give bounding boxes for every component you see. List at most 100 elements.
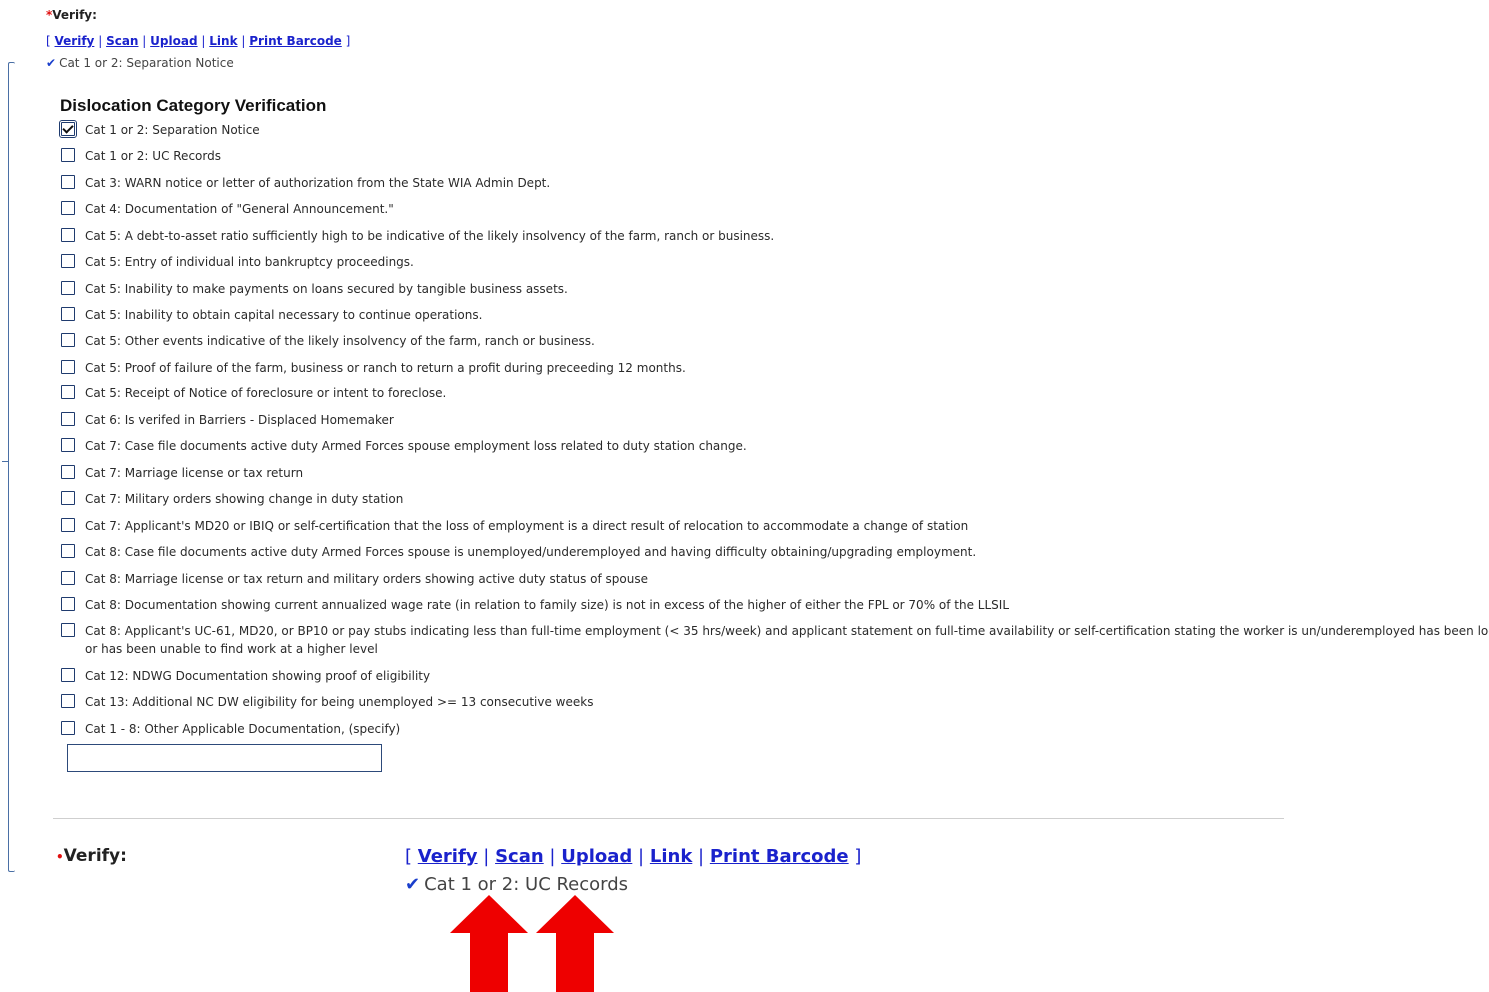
top-verify-status: ✔ Cat 1 or 2: Separation Notice [46,56,234,70]
option-row[interactable]: Cat 5: Proof of failure of the farm, bus… [61,359,686,377]
option-row[interactable]: Cat 1 or 2: Separation Notice [59,120,260,139]
option-label: Cat 5: A debt-to-asset ratio sufficientl… [85,229,775,243]
checkbox[interactable] [61,385,75,399]
option-row[interactable]: Cat 8: Case file documents active duty A… [61,543,976,561]
option-label: Cat 7: Marriage license or tax return [85,466,304,480]
checkbox[interactable] [61,438,75,452]
option-label: Cat 8: Marriage license or tax return an… [85,572,648,586]
option-label: Cat 13: Additional NC DW eligibility for… [85,695,594,709]
section-bracket [8,62,15,872]
checkbox-checked[interactable] [59,120,77,138]
top-print-barcode-link[interactable]: Print Barcode [249,34,342,48]
option-label: Cat 5: Inability to make payments on loa… [85,282,568,296]
option-row[interactable]: Cat 5: Receipt of Notice of foreclosure … [61,384,446,402]
option-row[interactable]: Cat 5: Inability to make payments on loa… [61,280,568,298]
checkbox[interactable] [61,544,75,558]
option-row[interactable]: Cat 5: Inability to obtain capital neces… [61,306,482,324]
bottom-verify-label-row: •Verify: [56,846,127,866]
divider [53,818,1284,819]
bottom-verify-status: ✔ Cat 1 or 2: UC Records [405,874,628,895]
checkbox[interactable] [61,571,75,585]
bottom-scan-link[interactable]: Scan [495,846,544,867]
option-label: Cat 4: Documentation of "General Announc… [85,202,394,216]
checkbox[interactable] [61,694,75,708]
checkbox[interactable] [61,281,75,295]
option-label: Cat 5: Inability to obtain capital neces… [85,308,483,322]
bottom-upload-link[interactable]: Upload [561,846,632,867]
option-row[interactable]: Cat 5: A debt-to-asset ratio sufficientl… [61,227,774,245]
option-label: Cat 5: Entry of individual into bankrupt… [85,255,414,269]
option-label: Cat 5: Proof of failure of the farm, bus… [85,361,686,375]
checkbox[interactable] [61,360,75,374]
bottom-verify-label: Verify: [63,846,127,866]
option-row[interactable]: Cat 1 or 2: UC Records [61,147,221,165]
checkbox[interactable] [61,307,75,321]
checkbox[interactable] [61,491,75,505]
section-bracket-tick [2,461,9,462]
section-title: Dislocation Category Verification [60,96,327,115]
option-row[interactable]: Cat 8: Documentation showing current ann… [61,596,1009,614]
option-row[interactable]: Cat 7: Applicant's MD20 or IBIQ or self-… [61,517,968,535]
option-label-line2: or has been unable to find work at a hig… [85,642,378,656]
checkbox[interactable] [61,412,75,426]
top-upload-link[interactable]: Upload [150,34,197,48]
top-link-link[interactable]: Link [209,34,237,48]
bottom-print-barcode-link[interactable]: Print Barcode [710,846,849,867]
link-separator: | [549,846,556,867]
option-label: Cat 1 or 2: Separation Notice [85,123,260,137]
option-row[interactable]: Cat 8: Marriage license or tax return an… [61,570,648,588]
checkbox[interactable] [61,623,75,637]
checkbox[interactable] [61,597,75,611]
option-label: Cat 8: Documentation showing current ann… [85,598,1010,612]
option-row[interactable]: Cat 7: Case file documents active duty A… [61,437,747,455]
checkbox[interactable] [61,228,75,242]
other-documentation-input[interactable] [67,744,382,772]
check-icon: ✔ [405,874,421,895]
top-verify-links: [ Verify | Scan | Upload | Link | Print … [46,34,350,48]
link-separator: | [483,846,490,867]
checkbox[interactable] [61,721,75,735]
option-label-multiline: Cat 8: Applicant's UC-61, MD20, or BP10 … [85,622,1489,658]
checkbox[interactable] [61,668,75,682]
bottom-verify-link[interactable]: Verify [418,846,478,867]
option-label: Cat 1 or 2: UC Records [85,149,221,163]
required-dot: • [56,850,64,864]
checkbox[interactable] [61,201,75,215]
link-separator: | [201,34,206,48]
option-row[interactable]: Cat 7: Military orders showing change in… [61,490,403,508]
option-label: Cat 6: Is verifed in Barriers - Displace… [85,413,394,427]
checkbox[interactable] [61,333,75,347]
checkbox[interactable] [61,465,75,479]
bracket-close: ] [345,34,351,48]
option-row[interactable]: Cat 5: Other events indicative of the li… [61,332,595,350]
link-separator: | [98,34,103,48]
option-row[interactable]: Cat 3: WARN notice or letter of authoriz… [61,174,550,192]
option-row[interactable]: Cat 4: Documentation of "General Announc… [61,200,394,218]
bracket-open: [ [405,846,413,867]
option-row[interactable]: Cat 5: Entry of individual into bankrupt… [61,253,414,271]
bottom-verify-links: [ Verify | Scan | Upload | Link | Print … [405,846,861,867]
top-verify-label: Verify: [52,8,97,22]
checkbox[interactable] [61,175,75,189]
option-label: Cat 7: Case file documents active duty A… [85,439,747,453]
link-separator: | [241,34,246,48]
top-verify-label-row: *Verify: [46,8,97,22]
top-scan-link[interactable]: Scan [106,34,138,48]
option-label: Cat 1 - 8: Other Applicable Documentatio… [85,722,401,736]
checkbox[interactable] [61,254,75,268]
top-status-text: Cat 1 or 2: Separation Notice [59,56,234,70]
top-verify-link[interactable]: Verify [55,34,95,48]
option-row[interactable]: Cat 6: Is verifed in Barriers - Displace… [61,411,394,429]
link-separator: | [142,34,147,48]
bottom-link-link[interactable]: Link [650,846,692,867]
option-row[interactable]: Cat 13: Additional NC DW eligibility for… [61,693,593,711]
checkbox[interactable] [61,518,75,532]
bottom-status-text: Cat 1 or 2: UC Records [424,874,629,895]
checkbox[interactable] [61,148,75,162]
link-separator: | [698,846,705,867]
option-row[interactable]: Cat 7: Marriage license or tax return [61,464,303,482]
option-row[interactable]: Cat 1 - 8: Other Applicable Documentatio… [61,720,400,738]
option-row[interactable]: Cat 12: NDWG Documentation showing proof… [61,667,430,685]
option-row[interactable]: Cat 8: Applicant's UC-61, MD20, or BP10 … [61,622,1489,658]
option-label: Cat 12: NDWG Documentation showing proof… [85,669,431,683]
